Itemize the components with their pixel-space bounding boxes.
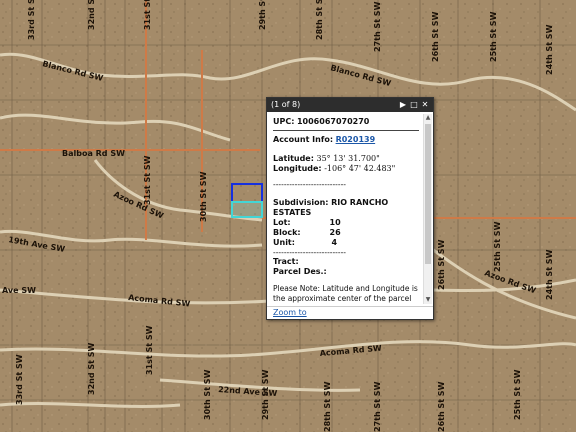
tract-label: Tract: <box>273 257 299 266</box>
road-label-30th-bot: 30th St SW <box>203 369 212 420</box>
road-label-27th-bot: 27th St SW <box>373 381 382 432</box>
road-label-24th-top: 24th St SW <box>545 24 554 75</box>
separator-2: --------------------------- <box>273 248 346 257</box>
latitude-label: Latitude: <box>273 154 314 163</box>
account-label: Account Info: <box>273 135 334 144</box>
road-label-26th-mid: 26th St SW <box>437 239 446 290</box>
divider <box>273 130 419 131</box>
road-label-33rd-top: 33rd St SW <box>27 0 36 40</box>
popup-footer: Zoom to <box>267 306 433 320</box>
note-line-2: the approximate center of the parcel <box>273 294 412 303</box>
highlighted-parcel[interactable] <box>231 201 263 218</box>
upc-value: 1006067070270 <box>296 117 370 126</box>
scroll-down-icon[interactable]: ▼ <box>424 296 432 304</box>
road-label-31st-bot: 31st St SW <box>145 325 154 375</box>
longitude-label: Longitude: <box>273 164 322 173</box>
subdivision-row: Subdivision: RIO RANCHO <box>273 198 388 207</box>
separator-1: --------------------------- <box>273 180 346 189</box>
road-label-32nd-bot: 32nd St SW <box>87 343 96 395</box>
road-label-30th-mid: 30th St SW <box>199 171 208 222</box>
scroll-thumb[interactable] <box>425 124 431 264</box>
subdivision-value-line2: ESTATES <box>273 208 312 217</box>
road-label-25th-mid: 25th St SW <box>493 221 502 272</box>
road-label-25th-top: 25th St SW <box>489 11 498 62</box>
latitude-value: 35° 13' 31.700" <box>316 154 380 163</box>
road-label-26th-bot: 26th St SW <box>437 381 446 432</box>
road-label-29th-bot: 29th St SW <box>261 369 270 420</box>
lot-value: 10 <box>329 218 341 227</box>
maximize-icon[interactable]: □ <box>409 99 419 111</box>
scroll-up-icon[interactable]: ▲ <box>424 114 432 122</box>
note-line-1: Please Note: Latitude and Longitude is <box>273 284 418 293</box>
subdivision-label: Subdivision: <box>273 198 329 207</box>
unit-value: 4 <box>331 238 338 247</box>
road-label-28th-bot: 28th St SW <box>323 381 332 432</box>
road-label-33rd-bot: 33rd St SW <box>15 354 24 405</box>
upc-label: UPC: <box>273 117 295 126</box>
account-row: Account Info: R020139 <box>273 135 375 144</box>
latitude-row: Latitude: 35° 13' 31.700" <box>273 154 380 163</box>
road-label-ave: Ave SW <box>2 286 36 295</box>
parcel-info-popup: (1 of 8) ▶ □ ✕ UPC: 1006067070270 Accoun… <box>266 97 434 320</box>
parcel-desc-label: Parcel Des.: <box>273 267 327 276</box>
road-label-31st-top: 31st St SW <box>143 0 152 30</box>
road-label-25th-bot: 25th St SW <box>513 369 522 420</box>
account-link[interactable]: R020139 <box>336 135 376 144</box>
longitude-value: -106° 47' 42.483" <box>324 164 396 173</box>
road-label-29th-top: 29th St SW <box>258 0 267 30</box>
zoom-to-link[interactable]: Zoom to <box>273 308 307 317</box>
lot-row: Lot: 10 <box>273 218 341 227</box>
road-label-26th-top: 26th St SW <box>431 11 440 62</box>
close-icon[interactable]: ✕ <box>420 99 430 111</box>
longitude-row: Longitude: -106° 47' 42.483" <box>273 164 395 173</box>
road-label-32nd-top: 32nd St SW <box>87 0 96 30</box>
unit-row: Unit: 4 <box>273 238 337 247</box>
block-label: Block: <box>273 228 301 237</box>
block-value: 26 <box>329 228 341 237</box>
popup-header: (1 of 8) ▶ □ ✕ <box>267 98 433 112</box>
road-label-27th-top: 27th St SW <box>373 1 382 52</box>
note-line-3: shown <box>273 304 297 305</box>
lot-label: Lot: <box>273 218 291 227</box>
block-row: Block: 26 <box>273 228 341 237</box>
subdivision-value: RIO RANCHO <box>331 198 389 207</box>
road-label-24th-mid: 24th St SW <box>545 249 554 300</box>
play-icon[interactable]: ▶ <box>398 99 408 111</box>
road-label-28th-top: 28th St SW <box>315 0 324 40</box>
road-label-balboa: Balboa Rd SW <box>62 149 125 158</box>
road-label-31st-mid: 31st St SW <box>143 155 152 205</box>
unit-label: Unit: <box>273 238 295 247</box>
upc-row: UPC: 1006067070270 <box>273 117 369 126</box>
popup-title: (1 of 8) <box>271 100 301 109</box>
popup-scrollbar[interactable]: ▲ ▼ <box>423 114 432 304</box>
popup-content: UPC: 1006067070270 Account Info: R020139… <box>273 115 419 305</box>
